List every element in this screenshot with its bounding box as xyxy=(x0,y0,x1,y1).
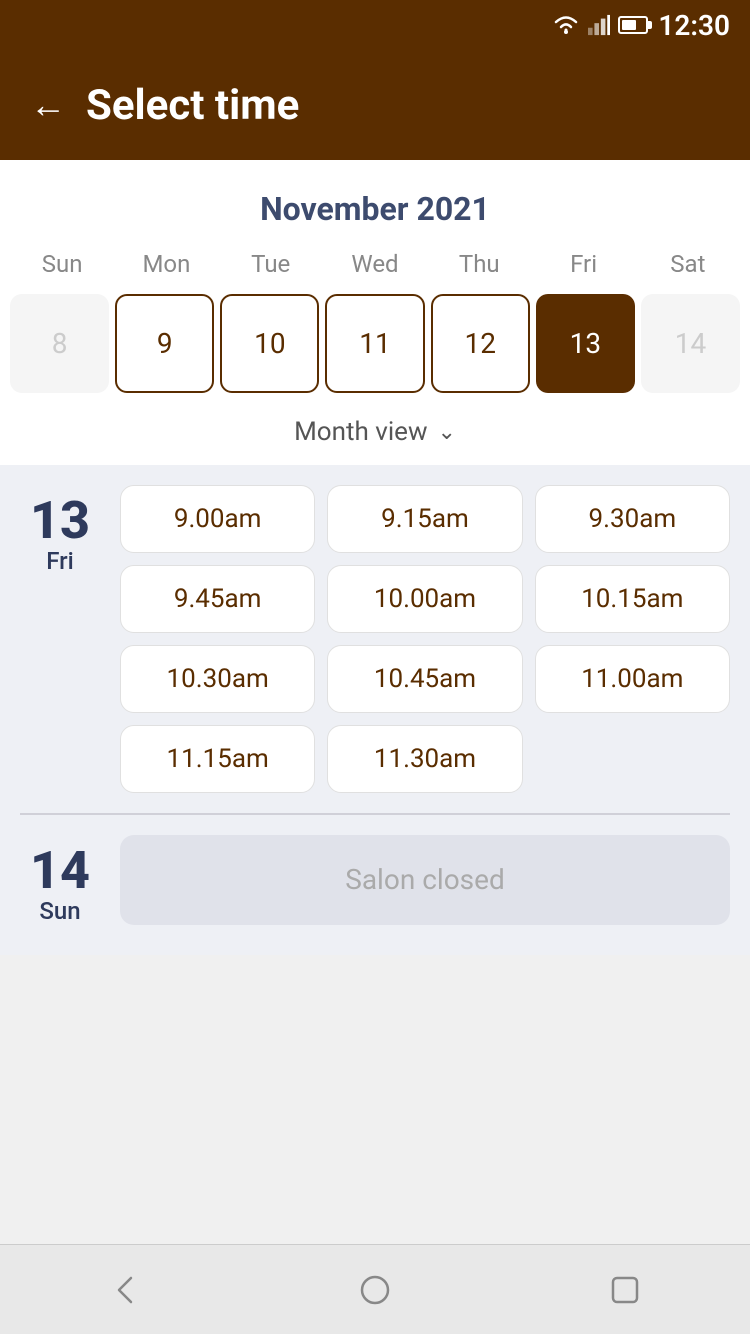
time-slot-9-30am[interactable]: 9.30am xyxy=(535,485,730,553)
day-header-fri: Fri xyxy=(531,244,635,284)
nav-recent-button[interactable] xyxy=(595,1260,655,1320)
cal-day-14: 14 xyxy=(641,294,740,393)
time-slots-grid-13: 9.00am9.15am9.30am9.45am10.00am10.15am10… xyxy=(120,485,730,793)
calendar-row: 891011121314 xyxy=(0,284,750,403)
battery-icon xyxy=(618,16,648,34)
month-title: November 2021 xyxy=(0,180,750,244)
page-title: Select time xyxy=(86,81,299,130)
day-header-thu: Thu xyxy=(427,244,531,284)
closed-block-14: 14SunSalon closed xyxy=(20,835,730,925)
closed-day-number: 14 xyxy=(30,845,90,897)
nav-back-button[interactable] xyxy=(95,1260,155,1320)
nav-home-button[interactable] xyxy=(345,1260,405,1320)
wifi-icon xyxy=(552,14,580,36)
time-slot-11-30am[interactable]: 11.30am xyxy=(327,725,522,793)
time-slot-10-30am[interactable]: 10.30am xyxy=(120,645,315,713)
day-header-mon: Mon xyxy=(114,244,218,284)
chevron-down-icon: ⌄ xyxy=(437,420,455,445)
time-slot-10-15am[interactable]: 10.15am xyxy=(535,565,730,633)
time-slot-9-15am[interactable]: 9.15am xyxy=(327,485,522,553)
time-slot-9-45am[interactable]: 9.45am xyxy=(120,565,315,633)
day-number-13: 13 xyxy=(30,495,90,547)
day-header-sun: Sun xyxy=(10,244,114,284)
cal-day-11[interactable]: 11 xyxy=(325,294,424,393)
day-header-tue: Tue xyxy=(219,244,323,284)
day-block-13: 13Fri 9.00am9.15am9.30am 9.45am10.00am10.1… xyxy=(20,485,730,793)
day-label-13: 13Fri xyxy=(20,485,100,793)
month-view-label: Month view xyxy=(294,417,427,447)
cal-day-13[interactable]: 13 xyxy=(536,294,635,393)
time-slot-9-00am[interactable]: 9.00am xyxy=(120,485,315,553)
day-header-wed: Wed xyxy=(323,244,427,284)
time-section: 13Fri 9.00am9.15am9.30am 9.45am10.00am10.1… xyxy=(0,465,750,955)
status-bar: 12:30 xyxy=(0,0,750,50)
back-nav-icon xyxy=(107,1272,143,1308)
status-time: 12:30 xyxy=(658,9,730,42)
bottom-navigation xyxy=(0,1244,750,1334)
closed-day-name: Sun xyxy=(39,897,80,925)
day-name-Fri: Fri xyxy=(46,547,74,575)
closed-day-label: 14Sun xyxy=(20,835,100,925)
cal-day-9[interactable]: 9 xyxy=(115,294,214,393)
recent-nav-icon xyxy=(607,1272,643,1308)
salon-closed-label: Salon closed xyxy=(120,835,730,925)
time-slot-10-45am[interactable]: 10.45am xyxy=(327,645,522,713)
section-divider xyxy=(20,813,730,815)
month-view-toggle[interactable]: Month view ⌄ xyxy=(0,403,750,465)
status-icons xyxy=(552,14,648,36)
cal-day-12[interactable]: 12 xyxy=(431,294,530,393)
app-header: ← Select time xyxy=(0,50,750,160)
day-headers: Sun Mon Tue Wed Thu Fri Sat xyxy=(0,244,750,284)
day-header-sat: Sat xyxy=(636,244,740,284)
home-nav-icon xyxy=(357,1272,393,1308)
cal-day-8: 8 xyxy=(10,294,109,393)
cal-day-10[interactable]: 10 xyxy=(220,294,319,393)
back-button[interactable]: ← xyxy=(30,87,66,123)
time-slot-10-00am[interactable]: 10.00am xyxy=(327,565,522,633)
time-slot-11-00am[interactable]: 11.00am xyxy=(535,645,730,713)
calendar-section: November 2021 Sun Mon Tue Wed Thu Fri Sa… xyxy=(0,160,750,465)
time-slot-11-15am[interactable]: 11.15am xyxy=(120,725,315,793)
signal-icon xyxy=(588,14,610,36)
